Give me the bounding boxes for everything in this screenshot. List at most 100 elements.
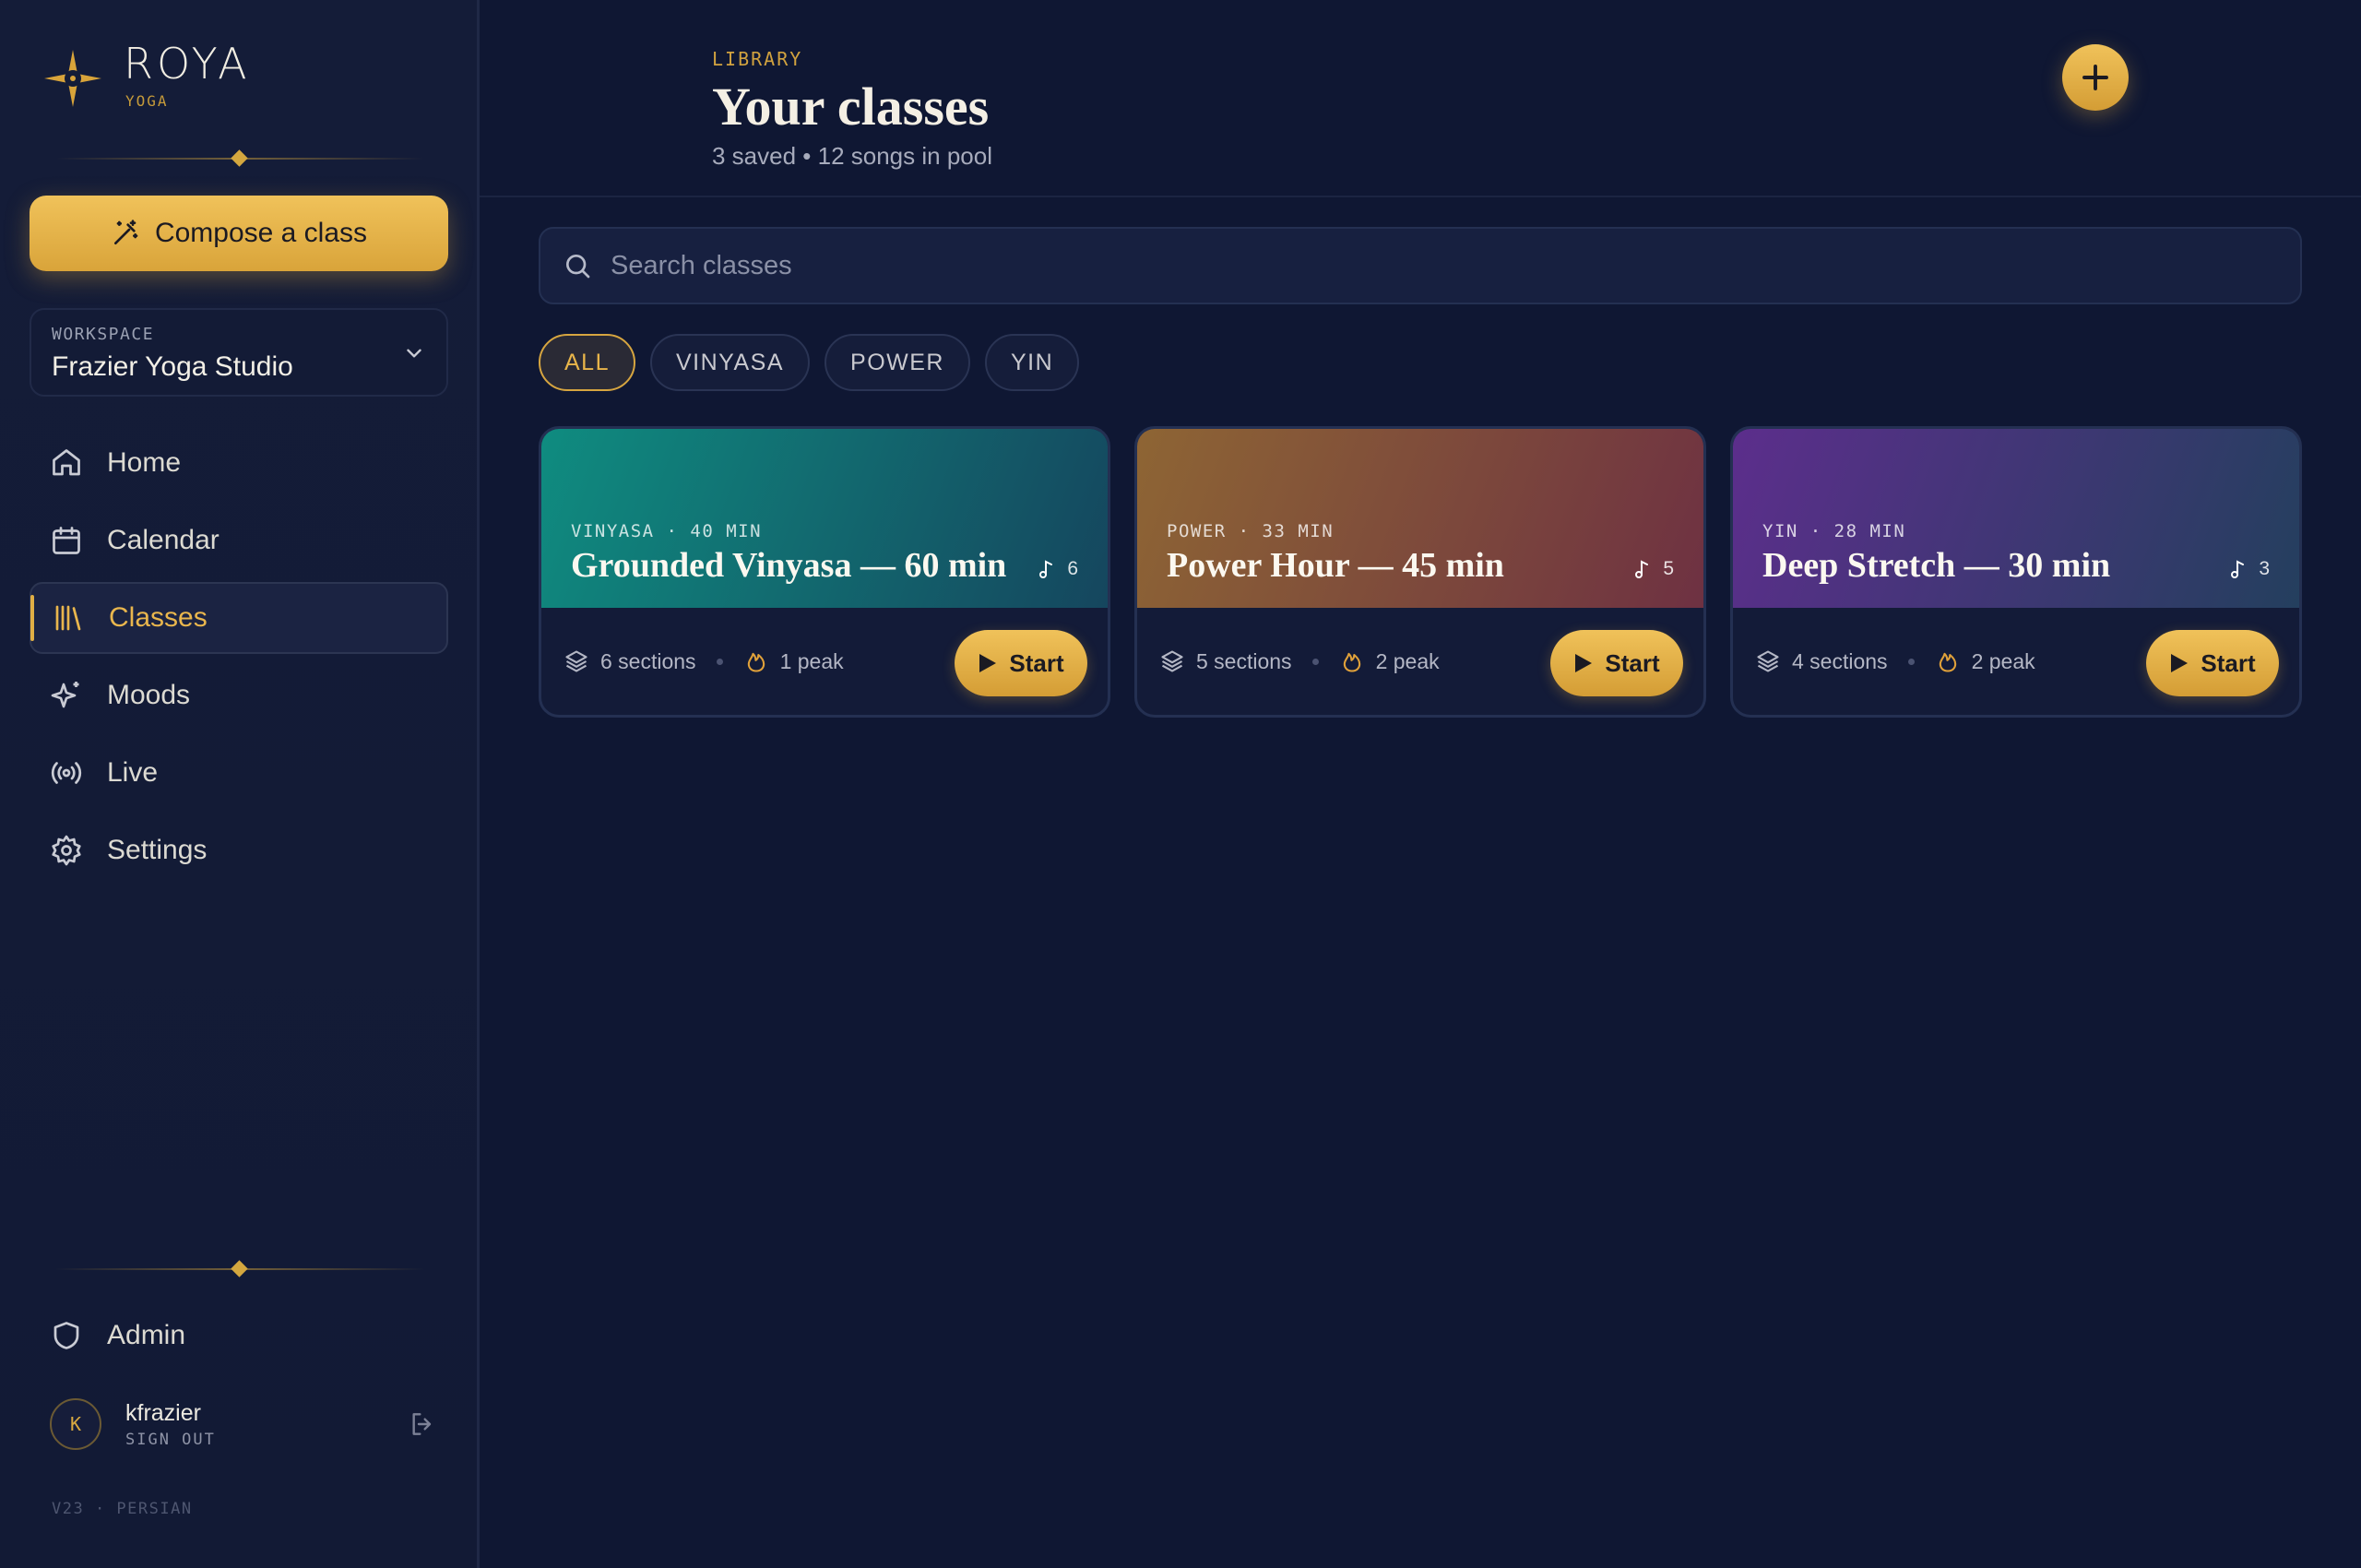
sidebar-item-calendar[interactable]: Calendar	[30, 505, 448, 576]
card-meta: POWER · 33 MIN	[1167, 521, 1335, 541]
card-footer: 5 sections 2 peak Start	[1137, 608, 1703, 715]
version-label: V23 · PERSIAN	[52, 1500, 193, 1518]
section-count: 6 sections	[564, 648, 696, 674]
peak-count-value: 1 peak	[779, 648, 844, 673]
music-note-icon	[1039, 560, 1053, 578]
search-input[interactable]	[611, 250, 2271, 281]
broadcast-icon	[51, 762, 82, 784]
sidebar-item-moods[interactable]: Moods	[30, 659, 448, 731]
section-count: 5 sections	[1159, 648, 1292, 674]
chevron-down-icon	[407, 349, 421, 358]
card-meta: YIN · 28 MIN	[1762, 521, 1906, 541]
calendar-icon	[53, 527, 80, 554]
card-title: Deep Stretch — 30 min	[1762, 546, 2111, 585]
sidebar-item-label: Live	[107, 757, 159, 788]
music-note-icon	[1635, 560, 1649, 578]
page-subtitle: 3 saved • 12 songs in pool	[712, 142, 992, 170]
sidebar-item-label: Admin	[107, 1320, 186, 1350]
user-profile: K kfrazier SIGN OUT	[50, 1396, 437, 1452]
filter-chip-power[interactable]: POWER	[825, 334, 970, 391]
class-card[interactable]: YIN · 28 MIN Deep Stretch — 30 min 3 4 s…	[1730, 426, 2302, 718]
ornament-divider	[55, 149, 424, 168]
sidebar-item-classes[interactable]: Classes	[30, 582, 448, 654]
start-label: Start	[1605, 648, 1660, 677]
sidebar-item-label: Home	[107, 447, 182, 478]
play-icon	[979, 654, 997, 672]
sidebar-item-settings[interactable]: Settings	[30, 814, 448, 886]
workspace-selector[interactable]: WORKSPACE Frazier Yoga Studio	[30, 308, 448, 397]
main-content: LIBRARY Your classes 3 saved • 12 songs …	[480, 0, 2361, 1568]
page-header: LIBRARY Your classes 3 saved • 12 songs …	[480, 0, 2361, 197]
logout-icon[interactable]	[408, 1409, 437, 1439]
library-icon	[55, 605, 81, 631]
filter-chip-all[interactable]: ALL	[539, 334, 635, 391]
compass-star-icon	[44, 50, 101, 107]
start-label: Start	[1009, 648, 1064, 677]
filter-chip-yin[interactable]: YIN	[984, 334, 1080, 391]
username: kfrazier	[125, 1399, 201, 1426]
section-count-value: 6 sections	[600, 648, 696, 673]
section-count: 4 sections	[1755, 648, 1888, 674]
sidebar-item-label: Calendar	[107, 525, 219, 555]
peak-count: 2 peak	[1339, 648, 1440, 674]
layers-icon	[1161, 650, 1183, 672]
sidebar-item-home[interactable]: Home	[30, 427, 448, 499]
workspace-label: WORKSPACE	[52, 325, 155, 344]
play-icon	[1575, 654, 1593, 672]
sidebar: ROYA YOGA Compose a class WORKSPACE Fraz…	[0, 0, 480, 1568]
peak-count-value: 2 peak	[1375, 648, 1440, 673]
brand-logo[interactable]: ROYA YOGA	[44, 42, 251, 110]
card-meta: VINYASA · 40 MIN	[571, 521, 763, 541]
sidebar-item-live[interactable]: Live	[30, 737, 448, 809]
peak-count: 1 peak	[743, 648, 844, 674]
layers-icon	[1757, 650, 1779, 672]
plus-icon	[2082, 65, 2108, 90]
peak-count: 2 peak	[1935, 648, 2035, 674]
brand-subtitle: YOGA	[125, 92, 169, 110]
filter-chips: ALL VINYASA POWER YIN	[539, 334, 1094, 391]
page-title: Your classes	[712, 77, 990, 137]
section-count-value: 4 sections	[1792, 648, 1888, 673]
compose-class-button[interactable]: Compose a class	[30, 196, 448, 271]
brand-name: ROYA	[124, 39, 251, 89]
card-header: POWER · 33 MIN Power Hour — 45 min 5	[1137, 429, 1703, 608]
card-title: Power Hour — 45 min	[1167, 546, 1504, 585]
song-count: 3	[2227, 558, 2270, 580]
ornament-divider	[55, 1260, 424, 1278]
breadcrumb: LIBRARY	[712, 48, 803, 70]
flame-icon	[747, 652, 765, 672]
start-button[interactable]: Start	[1550, 630, 1683, 696]
filter-chip-vinyasa[interactable]: VINYASA	[649, 334, 811, 391]
sidebar-item-label: Classes	[109, 602, 208, 633]
home-icon	[53, 449, 80, 476]
card-footer: 6 sections 1 peak Start	[541, 608, 1108, 715]
sign-out-link[interactable]: SIGN OUT	[125, 1431, 216, 1449]
song-count: 5	[1631, 558, 1674, 580]
song-count-value: 6	[1067, 558, 1078, 579]
search-bar[interactable]	[539, 227, 2302, 304]
add-class-button[interactable]	[2062, 44, 2129, 111]
class-card[interactable]: POWER · 33 MIN Power Hour — 45 min 5 5 s…	[1134, 426, 1706, 718]
class-card[interactable]: VINYASA · 40 MIN Grounded Vinyasa — 60 m…	[539, 426, 1110, 718]
layers-icon	[565, 650, 587, 672]
separator-dot	[1907, 658, 1915, 665]
song-count: 6	[1036, 558, 1078, 580]
sidebar-item-label: Settings	[107, 835, 208, 865]
compose-class-label: Compose a class	[154, 218, 368, 248]
workspace-name: Frazier Yoga Studio	[52, 351, 293, 382]
avatar[interactable]: K	[50, 1398, 101, 1450]
separator-dot	[1311, 658, 1319, 665]
card-header: YIN · 28 MIN Deep Stretch — 30 min 3	[1733, 429, 2299, 608]
play-icon	[2171, 654, 2189, 672]
search-icon	[566, 255, 590, 279]
peak-count-value: 2 peak	[1971, 648, 2035, 673]
start-button[interactable]: Start	[2146, 630, 2279, 696]
flame-icon	[1343, 652, 1360, 672]
sidebar-item-admin[interactable]: Admin	[30, 1300, 448, 1372]
card-footer: 4 sections 2 peak Start	[1733, 608, 2299, 715]
start-button[interactable]: Start	[955, 630, 1087, 696]
sparkles-icon	[51, 682, 79, 708]
sidebar-item-label: Moods	[107, 680, 191, 710]
section-count-value: 5 sections	[1196, 648, 1292, 673]
card-title: Grounded Vinyasa — 60 min	[571, 546, 1007, 585]
